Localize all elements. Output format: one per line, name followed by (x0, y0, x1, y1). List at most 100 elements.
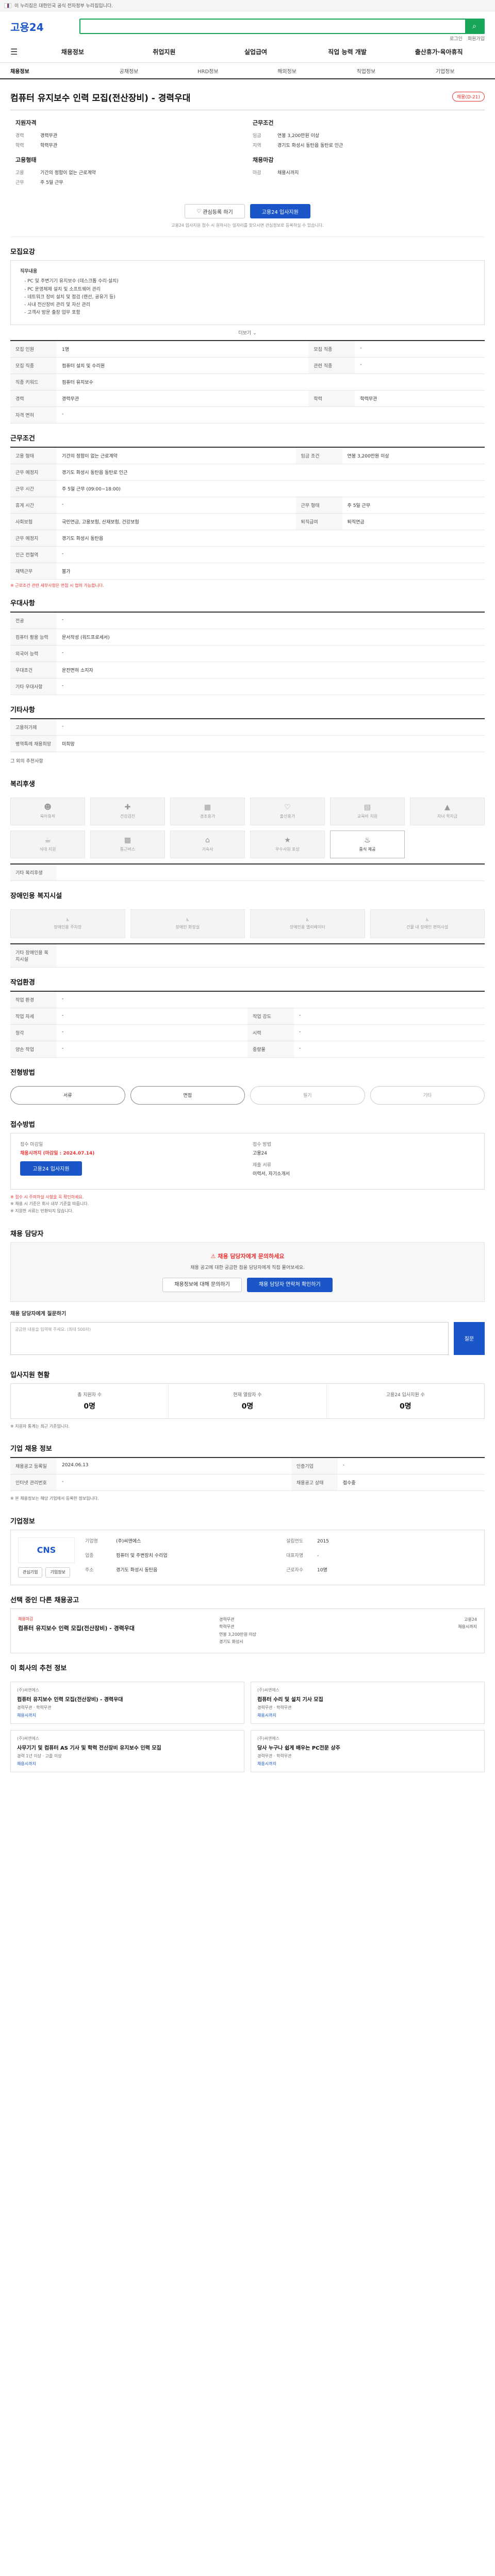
more-button[interactable]: 더보기 ⌄ (10, 325, 485, 340)
compare-title: 컴퓨터 유지보수 인력 모집(전산장비) - 경력우대 (18, 1624, 135, 1632)
similar-job-card[interactable]: (주)씨앤에스 컴퓨터 수리 및 설치 기사 모집 경력무관 · 학력무관 채용시까지 (251, 1682, 485, 1724)
util-links: 로그인 회원가입 (450, 35, 485, 42)
table-header-cell: 채용공고 등록일 (10, 1458, 57, 1475)
section-title: 선택 중인 다른 채용공고 (10, 1596, 79, 1604)
inquiry-button[interactable]: 채용정보에 대해 문의하기 (162, 1277, 242, 1292)
process-step: 서류 (10, 1086, 125, 1105)
search-icon[interactable]: ⌕ (465, 20, 484, 33)
facility-item: ♿ 장애인 화장실 (130, 909, 245, 938)
similar-job-co: (주)씨앤에스 (17, 1736, 40, 1741)
recruit-line: - 네트워크 장비 설치 및 점검 (랜선, 공유기 등) (24, 294, 116, 300)
signup-link[interactable]: 회원가입 (468, 35, 485, 42)
company-info-button[interactable]: 기업정보 (45, 1567, 70, 1578)
table-header-cell: 기타 장애인용 복지시설 (10, 943, 57, 968)
table-row: 컴퓨터 활용 능력 문서작성 (워드프로세서) (10, 629, 485, 646)
meal-icon: ☕ (44, 836, 51, 845)
welfare-other-table: 기타 복리후생 (10, 863, 485, 881)
recruit-table: 모집 인원 1명 모집 직종 - 모집 직종 컴퓨터 설치 및 수리원 관련 직종 - 직종 키… (10, 340, 485, 423)
welfare-grid: ☻ 육아휴직 ✚ 건강검진 ▦ 경조휴가 ♡ 출산휴가 ▤ 교육비 지원 ▲ 자녀 학자금 ☕ 식대 지원… (10, 792, 485, 863)
welfare-label: 통근버스 (120, 847, 136, 852)
apply-label: 접수 방법 (253, 1142, 271, 1147)
table-cell: - (57, 1474, 291, 1492)
table-header-cell: 관련 직종 (308, 357, 355, 374)
welfare-label: 교육비 지원 (357, 814, 378, 819)
table-cell: 경기도 화성시 동탄읍 동탄로 인근 (57, 464, 485, 481)
bus-icon: ▩ (124, 836, 131, 845)
hamburger-icon[interactable]: ☰ (10, 47, 20, 57)
table-row: 근무 시간 주 5일 근무 (09:00~18:00) (10, 480, 485, 497)
welfare-item: ☕ 식대 지원 (10, 830, 85, 858)
stat-label: 현재 열람자 수 (233, 1392, 262, 1398)
company-box: CNS 관심기업 기업정보 기업명 (주)씨앤에스 설립연도 2015 업종 컴퓨터 및 … (10, 1529, 485, 1585)
similar-job-date: 채용시까지 (257, 1761, 276, 1767)
table-row: 작업 자세 - 작업 강도 - (10, 1008, 485, 1025)
section-title: 채용 담당자 (10, 1230, 44, 1238)
compare-job[interactable]: 채용마감 컴퓨터 유지보수 인력 모집(전산장비) - 경력우대 (18, 1616, 214, 1646)
summary-key: 고용 (15, 171, 24, 176)
similar-job-card[interactable]: (주)씨앤에스 사무기기 및 컴퓨터 AS 기사 및 학력 전산장비 유지보수 인… (10, 1730, 244, 1773)
gnb-item-training[interactable]: 직업 능력 개발 (302, 47, 393, 56)
table-header-cell: 경력 (10, 390, 57, 407)
tab-hrd[interactable]: HRD정보 (169, 67, 248, 75)
accessibility-icon: ♿ (65, 917, 70, 922)
table-cell: - (355, 357, 485, 374)
apply-button[interactable]: 고용24 입사지원 (250, 204, 310, 218)
company-info-key: 업종 (85, 1553, 94, 1558)
company-info-key: 설립연도 (286, 1538, 304, 1544)
tab-overseas[interactable]: 해외정보 (248, 67, 326, 75)
welfare-item: ⌂ 기숙사 (170, 830, 245, 858)
table-row: 양손 작업 - 중량물 - (10, 1041, 485, 1058)
tab-company[interactable]: 기업정보 (406, 67, 485, 75)
table-row: 재택근무 불가 (10, 563, 485, 580)
stats-box: 총 지원자 수 0명 현재 열람자 수 0명 고용24 입사지원 수 0명 (10, 1383, 485, 1419)
question-submit-button[interactable]: 질문 (454, 1321, 485, 1355)
gnb-item-support[interactable]: 취업지원 (119, 47, 210, 56)
question-input[interactable]: 궁금한 내용을 입력해 주세요. (최대 500자) (10, 1321, 449, 1355)
conditions-note: ※ 근로조건 관련 세부사항은 면접 시 협의 가능합니다. (10, 583, 104, 588)
contact-button[interactable]: 채용 담당자 연락처 확인하기 (246, 1277, 333, 1292)
section-title: 장애인용 복지시설 (10, 892, 62, 900)
compare-cond: 경력무관 (219, 1617, 235, 1622)
summary-row: 경력 경력무관 (15, 132, 242, 139)
heart-icon: ♡ (196, 208, 203, 214)
footer-space (0, 1772, 495, 1793)
summary-row: 근무 주 5일 근무 (15, 179, 242, 185)
health-icon: ✚ (124, 803, 131, 812)
summary-key: 지역 (253, 143, 261, 148)
table-header-cell: 사회보험 (10, 513, 57, 530)
summary-heading: 지원자격 (15, 120, 37, 126)
section-welfare: 복리후생 ☻ 육아휴직 ✚ 건강검진 ▦ 경조휴가 ♡ 출산휴가 ▤ 교육비 지원 ▲ 자녀 학자금 ☕… (0, 769, 495, 881)
compare-status: 채용마감 (18, 1616, 34, 1621)
conditions-table: 고용 형태 기간의 정함이 없는 근로계약 임금 조건 연봉 3,200만원 이상 근무… (10, 446, 485, 580)
tab-public[interactable]: 공채정보 (89, 67, 168, 75)
welfare-item: ★ 우수사원 포상 (250, 830, 325, 858)
favorite-company-button[interactable]: 관심기업 (18, 1567, 43, 1578)
tab-jobs[interactable]: 채용정보 (10, 67, 89, 75)
similar-job-card[interactable]: (주)씨앤에스 컴퓨터 유지보수 인력 모집(전산장비) - 경력우대 경력무관 ·… (10, 1682, 244, 1724)
apply-deadline: 채용시까지 (마감일 : 2024.07.14) (20, 1150, 95, 1156)
welfare-label: 식대 지원 (39, 847, 56, 852)
table-cell: 경기도 화성시 동탄읍 (57, 530, 485, 547)
similar-job-card[interactable]: (주)씨앤에스 당사 누구나 쉽게 배우는 PC전문 상주 경력무관 · 학력무관 채… (251, 1730, 485, 1773)
gnb-item-jobs[interactable]: 채용정보 (27, 47, 119, 56)
stat-number: 0명 (84, 1402, 95, 1411)
site-logo[interactable]: 고용24 (10, 19, 72, 34)
apply-box: 접수 마감일 채용시까지 (마감일 : 2024.07.14) 고용24 입사지… (10, 1132, 485, 1190)
book-icon: ▤ (364, 803, 371, 812)
compare-cond: 경기도 화성시 (219, 1639, 243, 1644)
heart-icon: ♡ (284, 803, 291, 812)
sub-nav: 채용정보 공채정보 HRD정보 해외정보 직업정보 기업정보 (0, 63, 495, 79)
section-info: 기업 채용 정보 채용공고 등록일 2024.06.13 인증기업 - 인터넷 관리번호… (0, 1434, 495, 1506)
company-info-row: 업종 컴퓨터 및 주변장치 수리업 (85, 1552, 276, 1563)
similar-job-meta: 경력무관 · 학력무관 (257, 1705, 292, 1710)
gnb-item-unemployment[interactable]: 실업급여 (210, 47, 302, 56)
tab-job-info[interactable]: 직업정보 (326, 67, 405, 75)
welfare-item: ▲ 자녀 학자금 (410, 797, 485, 825)
facility-label: 장애인용 엘리베이터 (289, 924, 325, 929)
login-link[interactable]: 로그인 (450, 35, 463, 42)
table-row: 직종 키워드 컴퓨터 유지보수 (10, 374, 485, 391)
scrap-button[interactable]: ♡ 관심등록 하기 (185, 204, 245, 218)
apply-submit-button[interactable]: 고용24 입사지원 (20, 1161, 82, 1176)
search-input[interactable] (80, 20, 465, 33)
gnb-item-leave[interactable]: 출산휴가·육아휴직 (393, 47, 485, 56)
